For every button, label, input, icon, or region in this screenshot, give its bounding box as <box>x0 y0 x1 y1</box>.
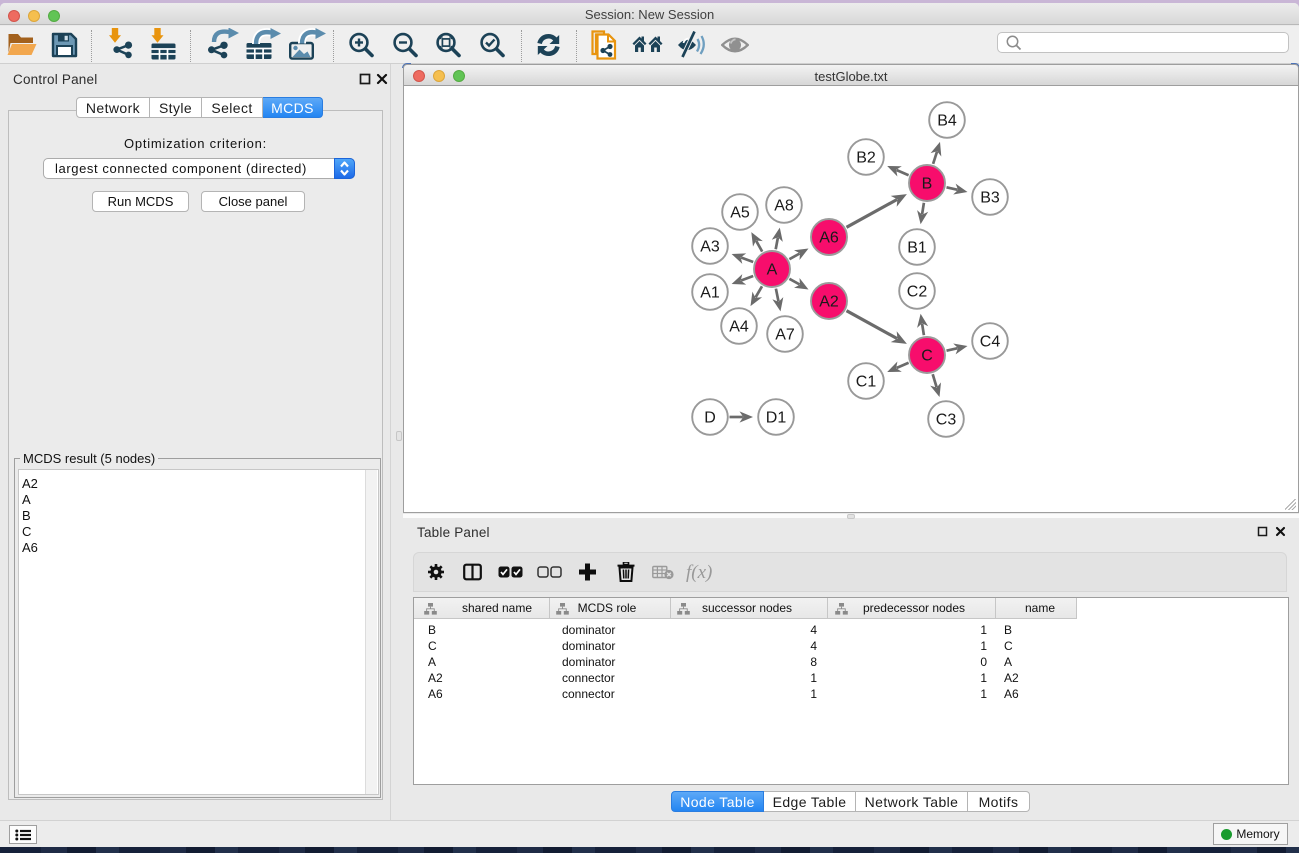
svg-text:B3: B3 <box>980 190 1000 207</box>
svg-text:C1: C1 <box>856 374 877 391</box>
svg-text:C: C <box>921 348 933 365</box>
svg-text:B: B <box>922 176 933 193</box>
svg-text:D: D <box>704 410 716 427</box>
svg-text:f(x): f(x) <box>686 562 712 583</box>
svg-text:A4: A4 <box>729 319 749 336</box>
svg-text:C2: C2 <box>907 284 928 301</box>
svg-text:C3: C3 <box>936 412 957 429</box>
svg-text:A1: A1 <box>700 285 720 302</box>
svg-text:A2: A2 <box>819 294 839 311</box>
svg-text:A5: A5 <box>730 205 750 222</box>
svg-text:B2: B2 <box>856 150 876 167</box>
svg-text:A8: A8 <box>774 198 794 215</box>
svg-text:C4: C4 <box>980 334 1001 351</box>
svg-text:B4: B4 <box>937 113 957 130</box>
svg-text:B1: B1 <box>907 240 927 257</box>
svg-text:D1: D1 <box>766 410 787 427</box>
svg-text:A3: A3 <box>700 239 720 256</box>
svg-text:A6: A6 <box>819 230 839 247</box>
svg-text:A7: A7 <box>775 327 795 344</box>
svg-text:A: A <box>767 262 778 279</box>
